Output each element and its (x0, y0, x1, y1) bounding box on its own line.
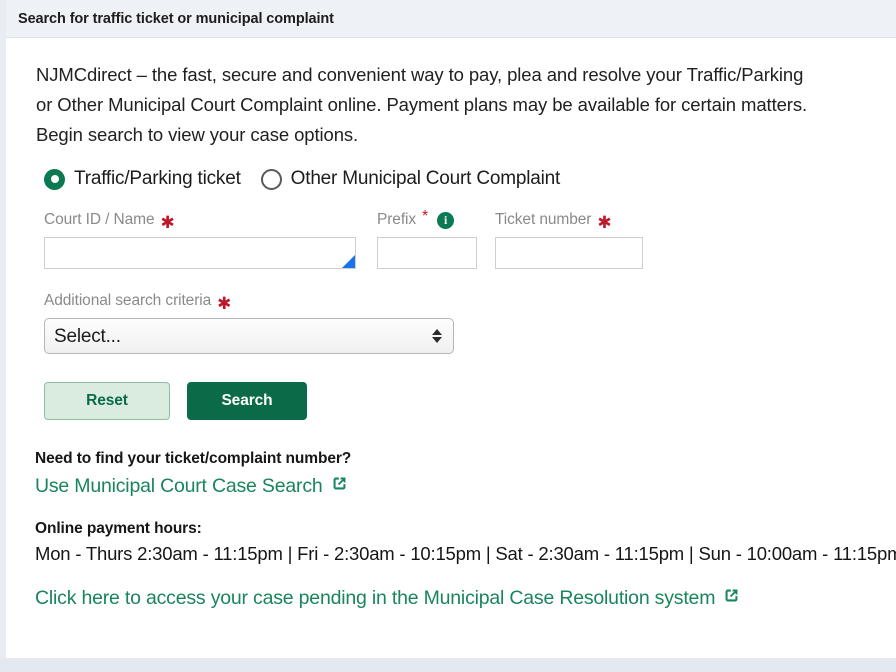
required-asterisk-prefix: * (422, 208, 429, 225)
prefix-input-wrapper (377, 237, 477, 269)
help-section: Need to find your ticket/complaint numbe… (35, 450, 896, 610)
primary-fields-row: Court ID / Name ✱ Prefix * i Ticket numb… (44, 208, 896, 269)
case-type-radio-group: Traffic/Parking ticket Other Municipal C… (44, 168, 896, 190)
municipal-court-case-search-link[interactable]: Use Municipal Court Case Search (35, 475, 348, 498)
required-asterisk-criteria: ✱ (217, 293, 232, 313)
additional-criteria-select[interactable]: Select... (44, 318, 454, 354)
label-court-id-name-text: Court ID / Name (44, 211, 155, 228)
field-additional-search-criteria: Additional search criteria ✱ Select... (44, 291, 896, 354)
required-asterisk-ticket: ✱ (597, 212, 612, 232)
info-icon[interactable]: i (437, 211, 455, 229)
intro-line-2: or Other Municipal Court Complaint onlin… (36, 94, 808, 115)
radio-icon-unselected[interactable] (260, 168, 282, 190)
browser-viewport: Search for traffic ticket or municipal c… (0, 0, 896, 672)
page-footer-strip (0, 658, 896, 672)
intro-line-3: Begin search to view your case options. (36, 124, 359, 145)
online-payment-hours-value: Mon - Thurs 2:30am - 11:15pm | Fri - 2:3… (35, 543, 896, 564)
radio-label-traffic: Traffic/Parking ticket (74, 168, 241, 189)
mcr-link-text: Click here to access your case pending i… (35, 587, 716, 609)
field-prefix: Prefix * i (377, 208, 477, 269)
external-link-icon (723, 587, 740, 610)
search-card: Search for traffic ticket or municipal c… (6, 0, 896, 658)
label-ticket-number: Ticket number ✱ (495, 210, 643, 232)
ticket-number-input[interactable] (495, 237, 643, 269)
search-button[interactable]: Search (187, 382, 307, 420)
label-additional-criteria-text: Additional search criteria (44, 292, 212, 309)
intro-line-1: NJMCdirect – the fast, secure and conven… (36, 64, 804, 85)
reset-button[interactable]: Reset (44, 382, 170, 420)
field-court-id-name: Court ID / Name ✱ (44, 210, 356, 269)
card-body: NJMCdirect – the fast, secure and conven… (6, 38, 896, 610)
label-ticket-number-text: Ticket number (495, 211, 592, 228)
label-prefix-text: Prefix (377, 211, 417, 228)
intro-paragraph: NJMCdirect – the fast, secure and conven… (36, 60, 896, 150)
label-additional-search-criteria: Additional search criteria ✱ (44, 291, 896, 313)
label-prefix: Prefix * i (377, 208, 477, 230)
online-payment-hours-heading: Online payment hours: (35, 520, 202, 537)
page-title: Search for traffic ticket or municipal c… (18, 10, 334, 27)
ticket-input-wrapper (495, 237, 643, 269)
court-input-wrapper (44, 237, 356, 269)
find-ticket-number-heading: Need to find your ticket/complaint numbe… (35, 450, 352, 467)
municipal-case-resolution-link[interactable]: Click here to access your case pending i… (35, 587, 740, 610)
radio-option-traffic-parking-ticket[interactable]: Traffic/Parking ticket (44, 168, 241, 190)
additional-criteria-select-wrapper: Select... (44, 318, 454, 354)
form-actions: Reset Search (44, 382, 896, 420)
radio-icon-selected[interactable] (44, 168, 65, 190)
radio-label-other: Other Municipal Court Complaint (290, 168, 561, 189)
card-header: Search for traffic ticket or municipal c… (6, 0, 896, 38)
prefix-input[interactable] (377, 237, 477, 269)
required-asterisk-court: ✱ (160, 212, 175, 232)
field-ticket-number: Ticket number ✱ (495, 210, 643, 269)
external-link-icon (331, 475, 348, 498)
court-id-name-input[interactable] (44, 237, 356, 269)
case-search-link-text: Use Municipal Court Case Search (35, 475, 323, 497)
radio-option-other-municipal-court-complaint[interactable]: Other Municipal Court Complaint (260, 168, 561, 190)
label-court-id-name: Court ID / Name ✱ (44, 210, 356, 232)
